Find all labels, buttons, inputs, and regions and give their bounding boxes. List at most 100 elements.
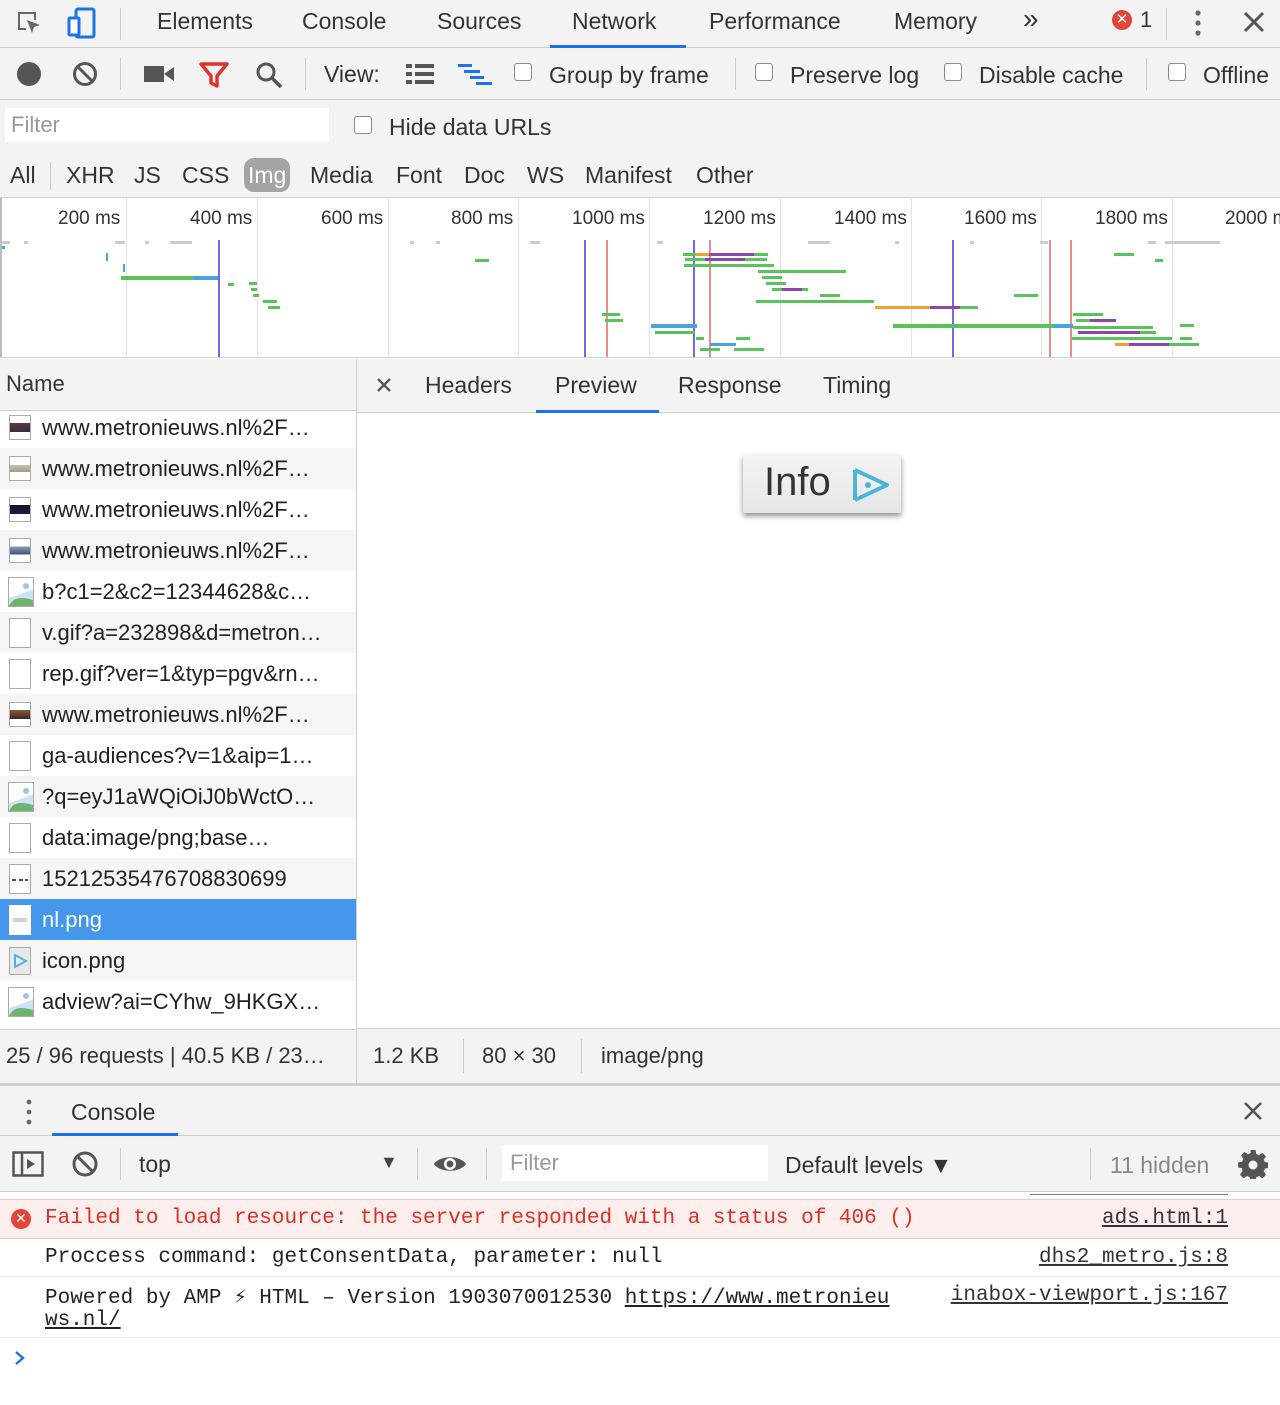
record-icon[interactable] — [17, 62, 41, 86]
request-bar — [772, 288, 782, 291]
waterfall-view-icon[interactable] — [458, 63, 492, 85]
name-column-header[interactable]: Name — [0, 359, 356, 411]
hide-data-urls-checkbox[interactable] — [354, 116, 372, 134]
close-detail-icon[interactable] — [376, 377, 392, 393]
request-row[interactable]: 15212535476708830699 — [0, 858, 356, 899]
tab-console[interactable]: Console — [302, 0, 386, 47]
close-devtools-icon[interactable] — [1242, 10, 1266, 34]
search-icon[interactable] — [254, 60, 284, 90]
inspect-element-icon[interactable] — [14, 8, 44, 38]
console-message-source-link[interactable]: inabox-viewport.js:167 — [951, 1284, 1228, 1307]
overview-tick — [257, 198, 258, 357]
type-filter-doc[interactable]: Doc — [460, 158, 509, 192]
tab-timing[interactable]: Timing — [823, 372, 891, 399]
request-name: ?q=eyJ1aWQiOiJ0bWctO… — [42, 784, 316, 809]
request-bar — [253, 294, 259, 297]
disable-cache-checkbox[interactable] — [944, 63, 962, 81]
console-sidebar-toggle-icon[interactable] — [12, 1151, 44, 1177]
request-row-selected[interactable]: nl.png — [0, 899, 356, 940]
thumbnail-light-icon — [9, 456, 31, 481]
request-bar — [170, 241, 192, 244]
request-row[interactable]: www.metronieuws.nl%2F… — [0, 694, 356, 735]
drawer-header: Console — [0, 1083, 1280, 1136]
request-bar — [1078, 331, 1140, 334]
request-bar — [1072, 337, 1172, 340]
type-filter-font[interactable]: Font — [392, 158, 446, 192]
request-bar — [268, 306, 280, 309]
overview-tick-label: 1400 ms — [834, 208, 907, 229]
request-row[interactable]: rep.gif?ver=1&typ=pgv&rn… — [0, 653, 356, 694]
console-message-source-link[interactable]: dhs2_metro.js:8 — [1039, 1246, 1228, 1269]
request-row[interactable]: icon.png — [0, 940, 356, 981]
context-selector[interactable]: top ▼ — [134, 1148, 404, 1180]
dom-content-loaded-marker — [952, 240, 954, 357]
request-row[interactable]: data:image/png;base… — [0, 817, 356, 858]
broken-image-icon — [8, 987, 34, 1017]
tab-response[interactable]: Response — [678, 372, 782, 399]
type-filter-css[interactable]: CSS — [178, 158, 233, 192]
request-bar — [734, 348, 764, 351]
tab-preview[interactable]: Preview — [555, 372, 637, 399]
network-overview-timeline[interactable]: 200 ms 400 ms 600 ms 800 ms 1000 ms 1200… — [0, 198, 1280, 358]
console-message-url-link[interactable]: https://www.metronieu — [625, 1287, 890, 1310]
type-filter-media[interactable]: Media — [306, 158, 377, 192]
group-by-frame-checkbox[interactable] — [514, 63, 532, 81]
request-row[interactable]: ?q=eyJ1aWQiOiJ0bWctO… — [0, 776, 356, 817]
type-filter-img[interactable]: Img — [244, 158, 291, 192]
request-bar — [123, 264, 125, 272]
filter-input[interactable] — [5, 108, 329, 142]
request-row[interactable]: www.metronieuws.nl%2F… — [0, 489, 356, 530]
clear-console-icon[interactable] — [71, 1150, 99, 1178]
request-row[interactable]: www.metronieuws.nl%2F… — [0, 407, 356, 448]
device-toolbar-icon[interactable] — [66, 6, 100, 40]
offline-label: Offline — [1203, 62, 1270, 88]
request-row[interactable]: b?c1=2&c2=12344628&c… — [0, 571, 356, 612]
filter-funnel-icon[interactable] — [199, 61, 229, 89]
kebab-menu-icon[interactable] — [1192, 9, 1204, 39]
preserve-log-checkbox[interactable] — [755, 63, 773, 81]
drawer-tab-console[interactable]: Console — [71, 1099, 155, 1126]
tab-elements[interactable]: Elements — [157, 0, 253, 47]
request-bar — [410, 241, 414, 244]
log-levels-dropdown[interactable]: Default levels ▼ — [785, 1152, 952, 1179]
request-row[interactable]: www.metronieuws.nl%2F… — [0, 530, 356, 571]
type-filter-js[interactable]: JS — [130, 158, 165, 192]
overview-tick-label: 2000 ms — [1225, 208, 1280, 229]
console-message-source-link[interactable]: ads.html:1 — [1102, 1207, 1228, 1230]
close-drawer-icon[interactable] — [1243, 1101, 1263, 1121]
tab-sources[interactable]: Sources — [437, 0, 521, 47]
request-bar — [2, 246, 5, 249]
console-settings-gear-icon[interactable] — [1238, 1149, 1268, 1179]
console-message-url-link-continued[interactable]: ws.nl/ — [45, 1309, 121, 1332]
request-row[interactable]: ga-audiences?v=1&aip=1… — [0, 735, 356, 776]
request-bar — [530, 241, 540, 244]
drawer-menu-icon[interactable] — [24, 1098, 34, 1126]
type-filter-all[interactable]: All — [6, 158, 40, 192]
request-row[interactable]: adview?ai=CYhw_9HKGX… — [0, 981, 356, 1022]
tab-performance[interactable]: Performance — [709, 0, 841, 47]
type-filter-other[interactable]: Other — [692, 158, 758, 192]
console-filter-input[interactable] — [502, 1145, 768, 1181]
screenshot-camera-icon[interactable] — [144, 65, 174, 83]
tab-memory[interactable]: Memory — [894, 0, 977, 47]
console-error-message: ✕ Failed to load resource: the server re… — [0, 1199, 1280, 1239]
tab-headers[interactable]: Headers — [425, 372, 512, 399]
console-message-text: Failed to load resource: the server resp… — [45, 1207, 915, 1230]
small-banner-icon — [9, 905, 31, 935]
list-view-icon[interactable] — [406, 63, 434, 85]
request-bar — [709, 253, 754, 256]
offline-checkbox[interactable] — [1168, 63, 1186, 81]
console-prompt-chevron-icon[interactable] — [13, 1349, 27, 1367]
type-filter-manifest[interactable]: Manifest — [581, 158, 676, 192]
console-log-message: Proccess command: getConsentData, parame… — [0, 1239, 1280, 1277]
request-row[interactable]: v.gif?a=232898&d=metron… — [0, 612, 356, 653]
clear-icon[interactable] — [72, 61, 98, 87]
live-expression-eye-icon[interactable] — [433, 1153, 467, 1175]
type-filter-ws[interactable]: WS — [523, 158, 568, 192]
request-bar — [1073, 313, 1103, 316]
overview-tick — [1041, 198, 1042, 357]
tab-network[interactable]: Network — [572, 0, 656, 47]
request-row[interactable]: www.metronieuws.nl%2F… — [0, 448, 356, 489]
type-filter-xhr[interactable]: XHR — [62, 158, 119, 192]
more-tabs-button[interactable]: » — [1023, 0, 1039, 47]
